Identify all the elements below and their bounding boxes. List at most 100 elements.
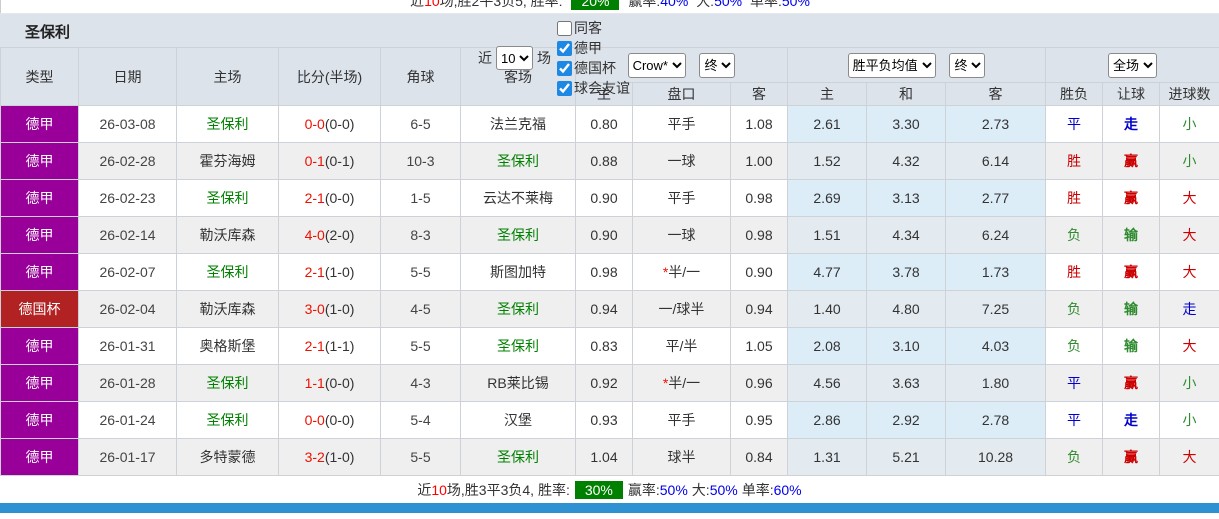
odds-company-select[interactable]: Crow* bbox=[627, 52, 686, 78]
league-type-cell: 德甲 bbox=[0, 364, 79, 402]
league-type-cell: 德甲 bbox=[0, 401, 79, 439]
home-team-cell[interactable]: 圣保利 bbox=[176, 179, 279, 217]
home-team-cell[interactable]: 勒沃库森 bbox=[176, 290, 279, 328]
league-filter-checkboxes: 同客 德甲 德国杯 球会友谊 bbox=[551, 18, 630, 98]
changed-handicap-star: * bbox=[662, 264, 669, 280]
avg-home-odds-cell: 2.61 bbox=[787, 105, 868, 143]
away-team-cell[interactable]: 云达不莱梅 bbox=[460, 179, 576, 217]
away-team-cell[interactable]: 法兰克福 bbox=[460, 105, 576, 143]
avg-away-odds-cell: 2.73 bbox=[945, 105, 1047, 143]
away-team-cell[interactable]: 斯图加特 bbox=[460, 253, 576, 291]
match-row: 德甲 26-01-28 圣保利 1-1(0-0) 4-3 RB莱比锡 0.92 *半/一 0.9… bbox=[0, 364, 1219, 402]
away-odds-cell: 0.95 bbox=[729, 401, 789, 439]
handicap-result-cell: 输 bbox=[1102, 290, 1161, 328]
avg-away-odds-cell: 7.25 bbox=[945, 290, 1047, 328]
away-odds-cell: 0.98 bbox=[729, 179, 789, 217]
big-pct-value: 50% bbox=[714, 0, 743, 9]
changed-handicap-star: * bbox=[662, 375, 669, 391]
goals-result-cell: 大 bbox=[1159, 216, 1219, 254]
filter-item-0: 同客 bbox=[557, 18, 630, 38]
corner-cell: 5-5 bbox=[380, 327, 461, 365]
away-team-cell[interactable]: 圣保利 bbox=[460, 327, 576, 365]
win-pct-value: 40% bbox=[660, 0, 689, 9]
home-odds-cell: 0.93 bbox=[575, 401, 633, 439]
league-type-cell: 德甲 bbox=[0, 105, 79, 143]
score-cell: 2-1(1-0) bbox=[278, 253, 381, 291]
header-odds-away: 客 bbox=[729, 82, 789, 106]
away-team-cell[interactable]: RB莱比锡 bbox=[460, 364, 576, 402]
handicap-result-cell: 输 bbox=[1102, 216, 1161, 254]
home-team-cell[interactable]: 奥格斯堡 bbox=[176, 327, 279, 365]
handicap-cell: 平/半 bbox=[632, 327, 731, 365]
away-odds-cell: 0.90 bbox=[729, 253, 789, 291]
handicap-result-cell: 走 bbox=[1102, 401, 1161, 439]
avg-home-odds-cell: 2.08 bbox=[787, 327, 868, 365]
team-header-bar: 圣保利 近 10 场 同客 德甲 德国杯 球会友谊 bbox=[0, 13, 1219, 96]
filter-checkbox-德国杯[interactable] bbox=[557, 60, 572, 76]
header-let: 让球 bbox=[1102, 82, 1161, 106]
league-type-cell: 德甲 bbox=[0, 179, 79, 217]
handicap-result-cell: 赢 bbox=[1102, 179, 1161, 217]
home-team-cell[interactable]: 霍芬海姆 bbox=[176, 142, 279, 180]
filter-label: 球会友谊 bbox=[574, 80, 630, 96]
home-odds-cell: 0.98 bbox=[575, 253, 633, 291]
single-pct-value: 50% bbox=[781, 0, 810, 9]
score-cell: 4-0(2-0) bbox=[278, 216, 381, 254]
near-count-select[interactable]: 10 bbox=[496, 46, 533, 70]
odds-state-select-2[interactable]: 终 bbox=[949, 52, 986, 78]
full-time-score: 0-0 bbox=[304, 412, 325, 428]
avg-home-odds-cell: 1.51 bbox=[787, 216, 868, 254]
avg-draw-odds-cell: 4.34 bbox=[866, 216, 947, 254]
half-time-score: (0-1) bbox=[324, 153, 355, 169]
home-team-cell[interactable]: 圣保利 bbox=[176, 364, 279, 402]
result-cell: 负 bbox=[1045, 216, 1104, 254]
avg-draw-odds-cell: 3.13 bbox=[866, 179, 947, 217]
goals-result-cell: 大 bbox=[1159, 327, 1219, 365]
result-cell: 负 bbox=[1045, 438, 1104, 476]
score-cell: 0-1(0-1) bbox=[278, 142, 381, 180]
away-team-cell[interactable]: 汉堡 bbox=[460, 401, 576, 439]
home-team-cell[interactable]: 圣保利 bbox=[176, 105, 279, 143]
filter-checkbox-球会友谊[interactable] bbox=[557, 80, 572, 96]
scope-select[interactable]: 全场 bbox=[1108, 52, 1158, 78]
away-team-cell[interactable]: 圣保利 bbox=[460, 438, 576, 476]
match-row: 德甲 26-01-17 多特蒙德 3-2(1-0) 5-5 圣保利 1.04 球半 0.84 1.… bbox=[0, 438, 1219, 476]
goals-result-cell: 走 bbox=[1159, 290, 1219, 328]
handicap-result-cell: 输 bbox=[1102, 327, 1161, 365]
away-odds-cell: 0.84 bbox=[729, 438, 789, 476]
home-team-cell[interactable]: 圣保利 bbox=[176, 401, 279, 439]
handicap-cell: 一球 bbox=[632, 142, 731, 180]
win-pct-label: 赢率: bbox=[628, 0, 661, 9]
away-team-cell[interactable]: 圣保利 bbox=[460, 290, 576, 328]
full-time-score: 2-1 bbox=[304, 338, 325, 354]
handicap-cell: 平手 bbox=[632, 179, 731, 217]
home-odds-cell: 0.92 bbox=[575, 364, 633, 402]
near-label: 近 bbox=[417, 481, 432, 498]
home-team-cell[interactable]: 多特蒙德 bbox=[176, 438, 279, 476]
away-team-cell[interactable]: 圣保利 bbox=[460, 142, 576, 180]
away-team-cell[interactable]: 圣保利 bbox=[460, 216, 576, 254]
filter-checkbox-德甲[interactable] bbox=[557, 40, 572, 56]
match-date-cell: 26-03-08 bbox=[78, 105, 177, 143]
handicap-cell: 一球 bbox=[632, 216, 731, 254]
avg-odds-select[interactable]: 胜平负均值 bbox=[847, 52, 936, 78]
avg-away-odds-cell: 6.14 bbox=[945, 142, 1047, 180]
score-cell: 0-0(0-0) bbox=[278, 401, 381, 439]
half-time-score: (1-0) bbox=[324, 264, 355, 280]
result-cell: 平 bbox=[1045, 105, 1104, 143]
near-count: 10 bbox=[424, 0, 440, 9]
home-odds-cell: 0.90 bbox=[575, 216, 633, 254]
home-team-cell[interactable]: 圣保利 bbox=[176, 253, 279, 291]
match-row: 德甲 26-01-31 奥格斯堡 2-1(1-1) 5-5 圣保利 0.83 平/半 1.05 2… bbox=[0, 327, 1219, 365]
filter-checkbox-同客[interactable] bbox=[557, 20, 572, 36]
odds-state-select-1[interactable]: 终 bbox=[699, 52, 736, 78]
result-cell: 平 bbox=[1045, 401, 1104, 439]
home-team-cell[interactable]: 勒沃库森 bbox=[176, 216, 279, 254]
header-avg-home: 主 bbox=[787, 82, 868, 106]
header-corner: 角球 bbox=[380, 47, 461, 106]
full-time-score: 1-1 bbox=[304, 375, 325, 391]
header-home: 主场 bbox=[176, 47, 279, 106]
avg-away-odds-cell: 2.77 bbox=[945, 179, 1047, 217]
games-label: 场 bbox=[537, 50, 551, 66]
match-date-cell: 26-02-14 bbox=[78, 216, 177, 254]
